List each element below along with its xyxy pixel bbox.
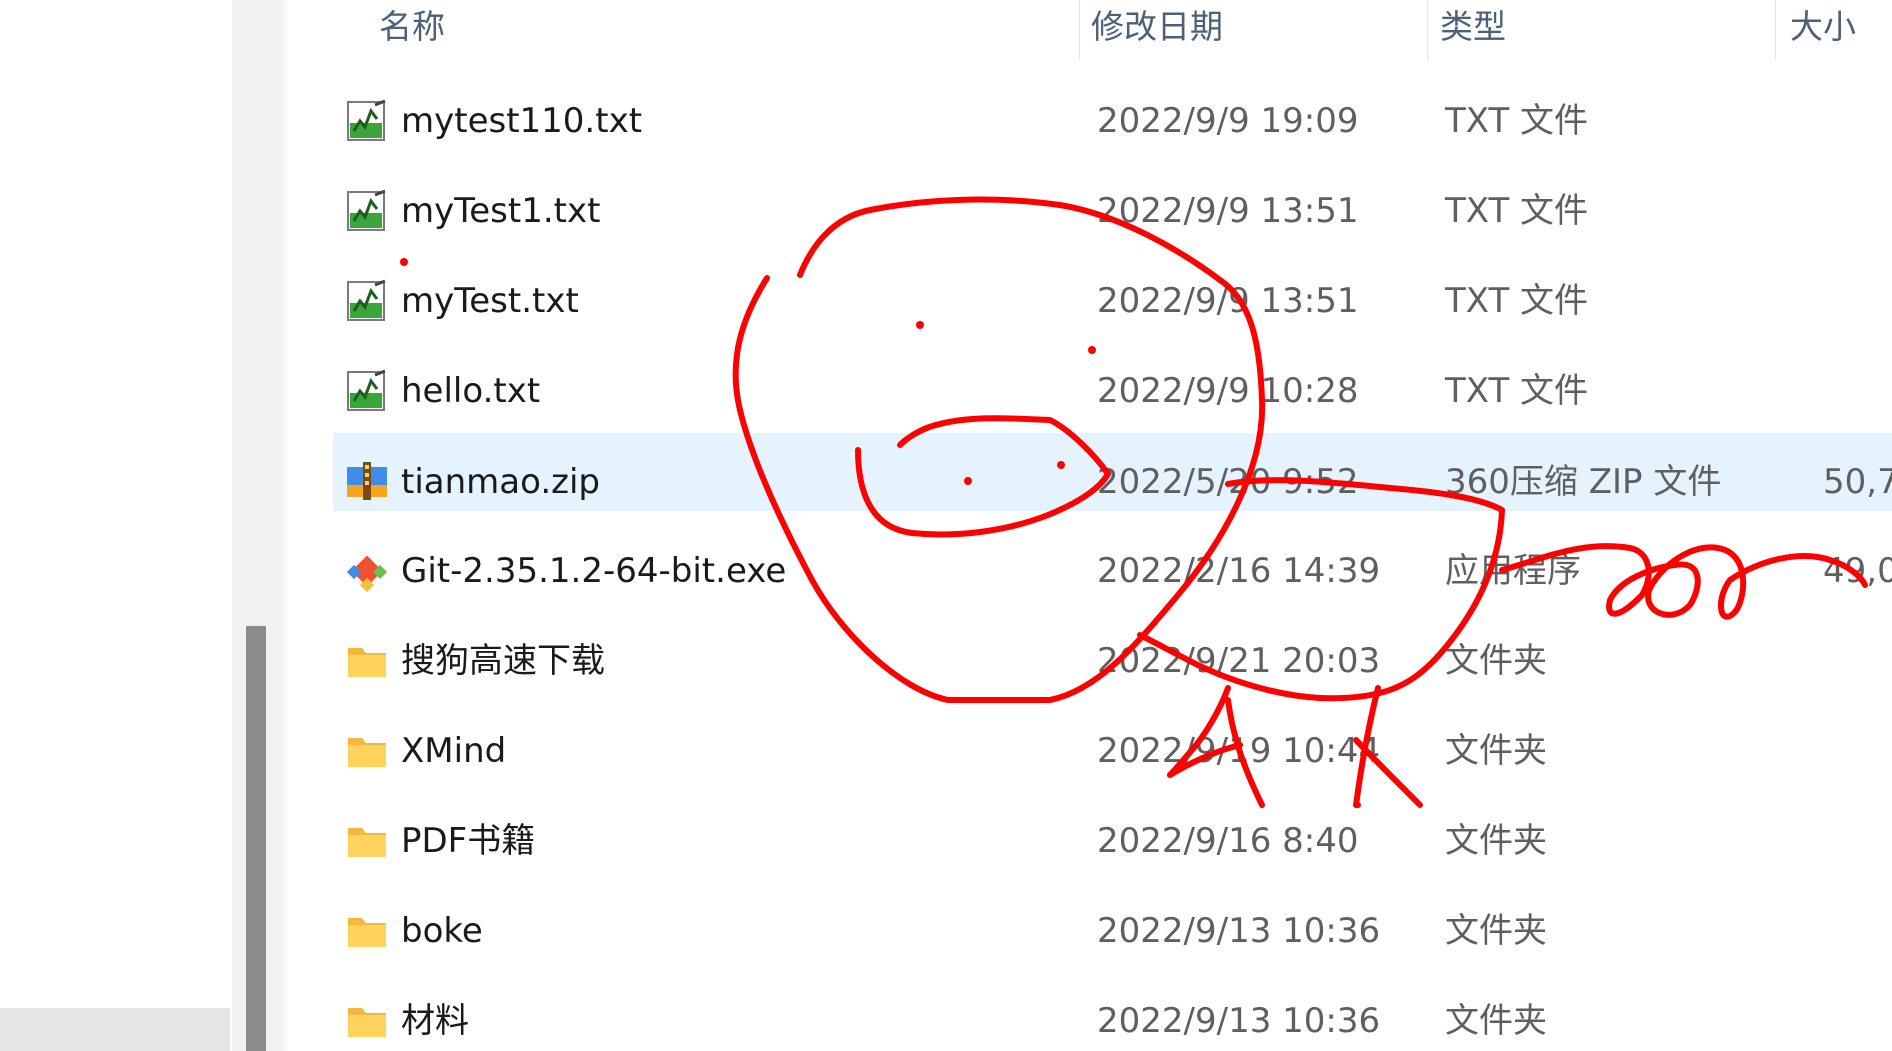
file-type: 文件夹 — [1445, 731, 1547, 771]
file-name: Git-2.35.1.2-64-bit.exe — [401, 551, 787, 591]
file-type: TXT 文件 — [1445, 371, 1589, 411]
file-row[interactable]: Git-2.35.1.2-64-bit.exe 2022/2/16 14:39 应用… — [333, 532, 1892, 610]
file-row[interactable]: myTest.txt 2022/9/9 13:51 TXT 文件 — [333, 262, 1892, 340]
file-name: 材料 — [401, 1001, 469, 1041]
file-date: 2022/9/13 10:36 — [1097, 1001, 1381, 1041]
column-header-bar: 名称 修改日期 类型 大小 — [288, 0, 1892, 60]
file-type: TXT 文件 — [1445, 191, 1589, 231]
file-name: PDF书籍 — [401, 821, 536, 861]
file-name: tianmao.zip — [401, 462, 601, 502]
file-date: 2022/2/16 14:39 — [1097, 551, 1381, 591]
file-date: 2022/9/9 13:51 — [1097, 191, 1359, 231]
column-header-type[interactable]: 类型 — [1440, 0, 1506, 60]
file-type: TXT 文件 — [1445, 281, 1589, 321]
text-file-icon — [345, 369, 389, 413]
file-name: hello.txt — [401, 371, 541, 411]
file-date: 2022/5/20 9:52 — [1097, 462, 1359, 502]
file-type: 文件夹 — [1445, 641, 1547, 681]
column-header-size[interactable]: 大小 — [1790, 0, 1856, 60]
text-file-icon — [345, 99, 389, 143]
file-date: 2022/9/9 13:51 — [1097, 281, 1359, 321]
file-type: TXT 文件 — [1445, 101, 1589, 141]
content-edge — [284, 0, 288, 1051]
folder-icon — [345, 999, 389, 1043]
file-name: myTest1.txt — [401, 191, 601, 231]
folder-icon — [345, 729, 389, 773]
file-row[interactable]: 材料 2022/9/13 10:36 文件夹 — [333, 982, 1892, 1051]
file-row[interactable]: hello.txt 2022/9/9 10:28 TXT 文件 — [333, 352, 1892, 430]
navigation-pane[interactable] — [0, 0, 232, 1051]
file-name: XMind — [401, 731, 507, 771]
file-name: myTest.txt — [401, 281, 579, 321]
file-row[interactable]: XMind 2022/9/19 10:44 文件夹 — [333, 712, 1892, 790]
file-row[interactable]: myTest1.txt 2022/9/9 13:51 TXT 文件 — [333, 172, 1892, 250]
file-date: 2022/9/19 10:44 — [1097, 731, 1381, 771]
folder-icon — [345, 819, 389, 863]
file-size: 49,0 — [1823, 551, 1892, 591]
column-divider[interactable] — [1775, 0, 1776, 60]
file-row[interactable]: tianmao.zip 2022/5/20 9:52 360压缩 ZIP 文件 50,… — [333, 433, 1892, 511]
zip-archive-icon — [345, 459, 389, 503]
file-row[interactable]: PDF书籍 2022/9/16 8:40 文件夹 — [333, 802, 1892, 880]
file-date: 2022/9/21 20:03 — [1097, 641, 1381, 681]
file-name: 搜狗高速下载 — [401, 641, 605, 681]
file-date: 2022/9/9 19:09 — [1097, 101, 1359, 141]
file-type: 文件夹 — [1445, 911, 1547, 951]
file-row[interactable]: mytest110.txt 2022/9/9 19:09 TXT 文件 — [333, 82, 1892, 160]
file-type: 文件夹 — [1445, 821, 1547, 861]
text-file-icon — [345, 279, 389, 323]
file-type: 360压缩 ZIP 文件 — [1445, 462, 1722, 502]
file-date: 2022/9/13 10:36 — [1097, 911, 1381, 951]
file-size: 50,7 — [1823, 462, 1892, 502]
file-explorer-window: 名称 修改日期 类型 大小 mytest110.txt 2022/9/9 19:0… — [0, 0, 1892, 1051]
file-type: 应用程序 — [1445, 551, 1581, 591]
file-row[interactable]: 搜狗高速下载 2022/9/21 20:03 文件夹 — [333, 622, 1892, 700]
text-file-icon — [345, 189, 389, 233]
file-name: boke — [401, 911, 483, 951]
file-date: 2022/9/16 8:40 — [1097, 821, 1359, 861]
file-type: 文件夹 — [1445, 1001, 1547, 1041]
folder-icon — [345, 639, 389, 683]
file-name: mytest110.txt — [401, 101, 643, 141]
column-divider[interactable] — [1427, 0, 1428, 60]
nav-selected-item[interactable] — [0, 1008, 230, 1051]
folder-icon — [345, 909, 389, 953]
git-installer-icon — [345, 549, 389, 593]
column-header-name[interactable]: 名称 — [379, 0, 445, 60]
nav-scrollbar-thumb[interactable] — [246, 626, 266, 1051]
file-row[interactable]: boke 2022/9/13 10:36 文件夹 — [333, 892, 1892, 970]
column-header-date[interactable]: 修改日期 — [1091, 0, 1223, 60]
column-divider[interactable] — [1079, 0, 1080, 60]
file-date: 2022/9/9 10:28 — [1097, 371, 1359, 411]
